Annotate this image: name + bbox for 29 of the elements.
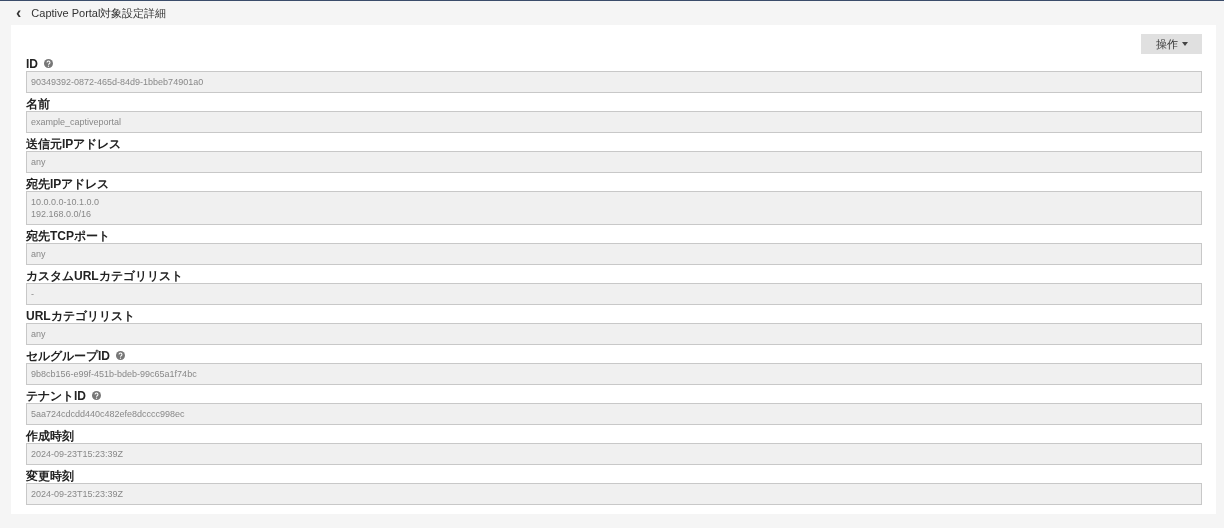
field-label: セルグループID — [26, 348, 110, 363]
help-icon[interactable] — [92, 391, 101, 400]
readonly-field[interactable]: any — [26, 151, 1202, 173]
field-label: 変更時刻 — [26, 468, 74, 483]
caret-icon — [1181, 42, 1188, 46]
readonly-field[interactable]: 2024-09-23T15:23:39Z — [26, 483, 1202, 505]
field-label: ID — [26, 56, 38, 71]
readonly-field[interactable]: - — [26, 283, 1202, 305]
readonly-field[interactable]: 90349392-0872-465d-84d9-1bbeb74901a0 — [26, 71, 1202, 93]
field-label: 名前 — [26, 96, 50, 111]
field-label: 送信元IPアドレス — [26, 136, 122, 151]
field-label: 宛先IPアドレス — [26, 176, 110, 191]
field-label: カスタムURLカテゴリリスト — [26, 268, 183, 283]
readonly-field[interactable]: any — [26, 323, 1202, 345]
actions-dropdown-button[interactable]: 操作 — [1141, 34, 1202, 54]
readonly-field[interactable]: 2024-09-23T15:23:39Z — [26, 443, 1202, 465]
readonly-field[interactable]: 9b8cb156-e99f-451b-bdeb-99c65a1f74bc — [26, 363, 1202, 385]
readonly-field[interactable]: example_captiveportal — [26, 111, 1202, 133]
readonly-field[interactable]: 5aa724cdcdd440c482efe8dcccc998ec — [26, 403, 1202, 425]
field-label: テナントID — [26, 388, 86, 403]
field-label: URLカテゴリリスト — [26, 308, 135, 323]
page-title: Captive Portal対象設定詳細 — [31, 5, 167, 21]
help-icon[interactable] — [44, 59, 53, 68]
field-label: 作成時刻 — [26, 428, 74, 443]
help-icon[interactable] — [116, 351, 125, 360]
field-label: 宛先TCPポート — [26, 228, 110, 243]
back-button[interactable]: ‹ — [14, 5, 24, 21]
readonly-field[interactable]: any — [26, 243, 1202, 265]
readonly-field[interactable]: 10.0.0.0-10.1.0.0 192.168.0.0/16 — [26, 191, 1202, 225]
